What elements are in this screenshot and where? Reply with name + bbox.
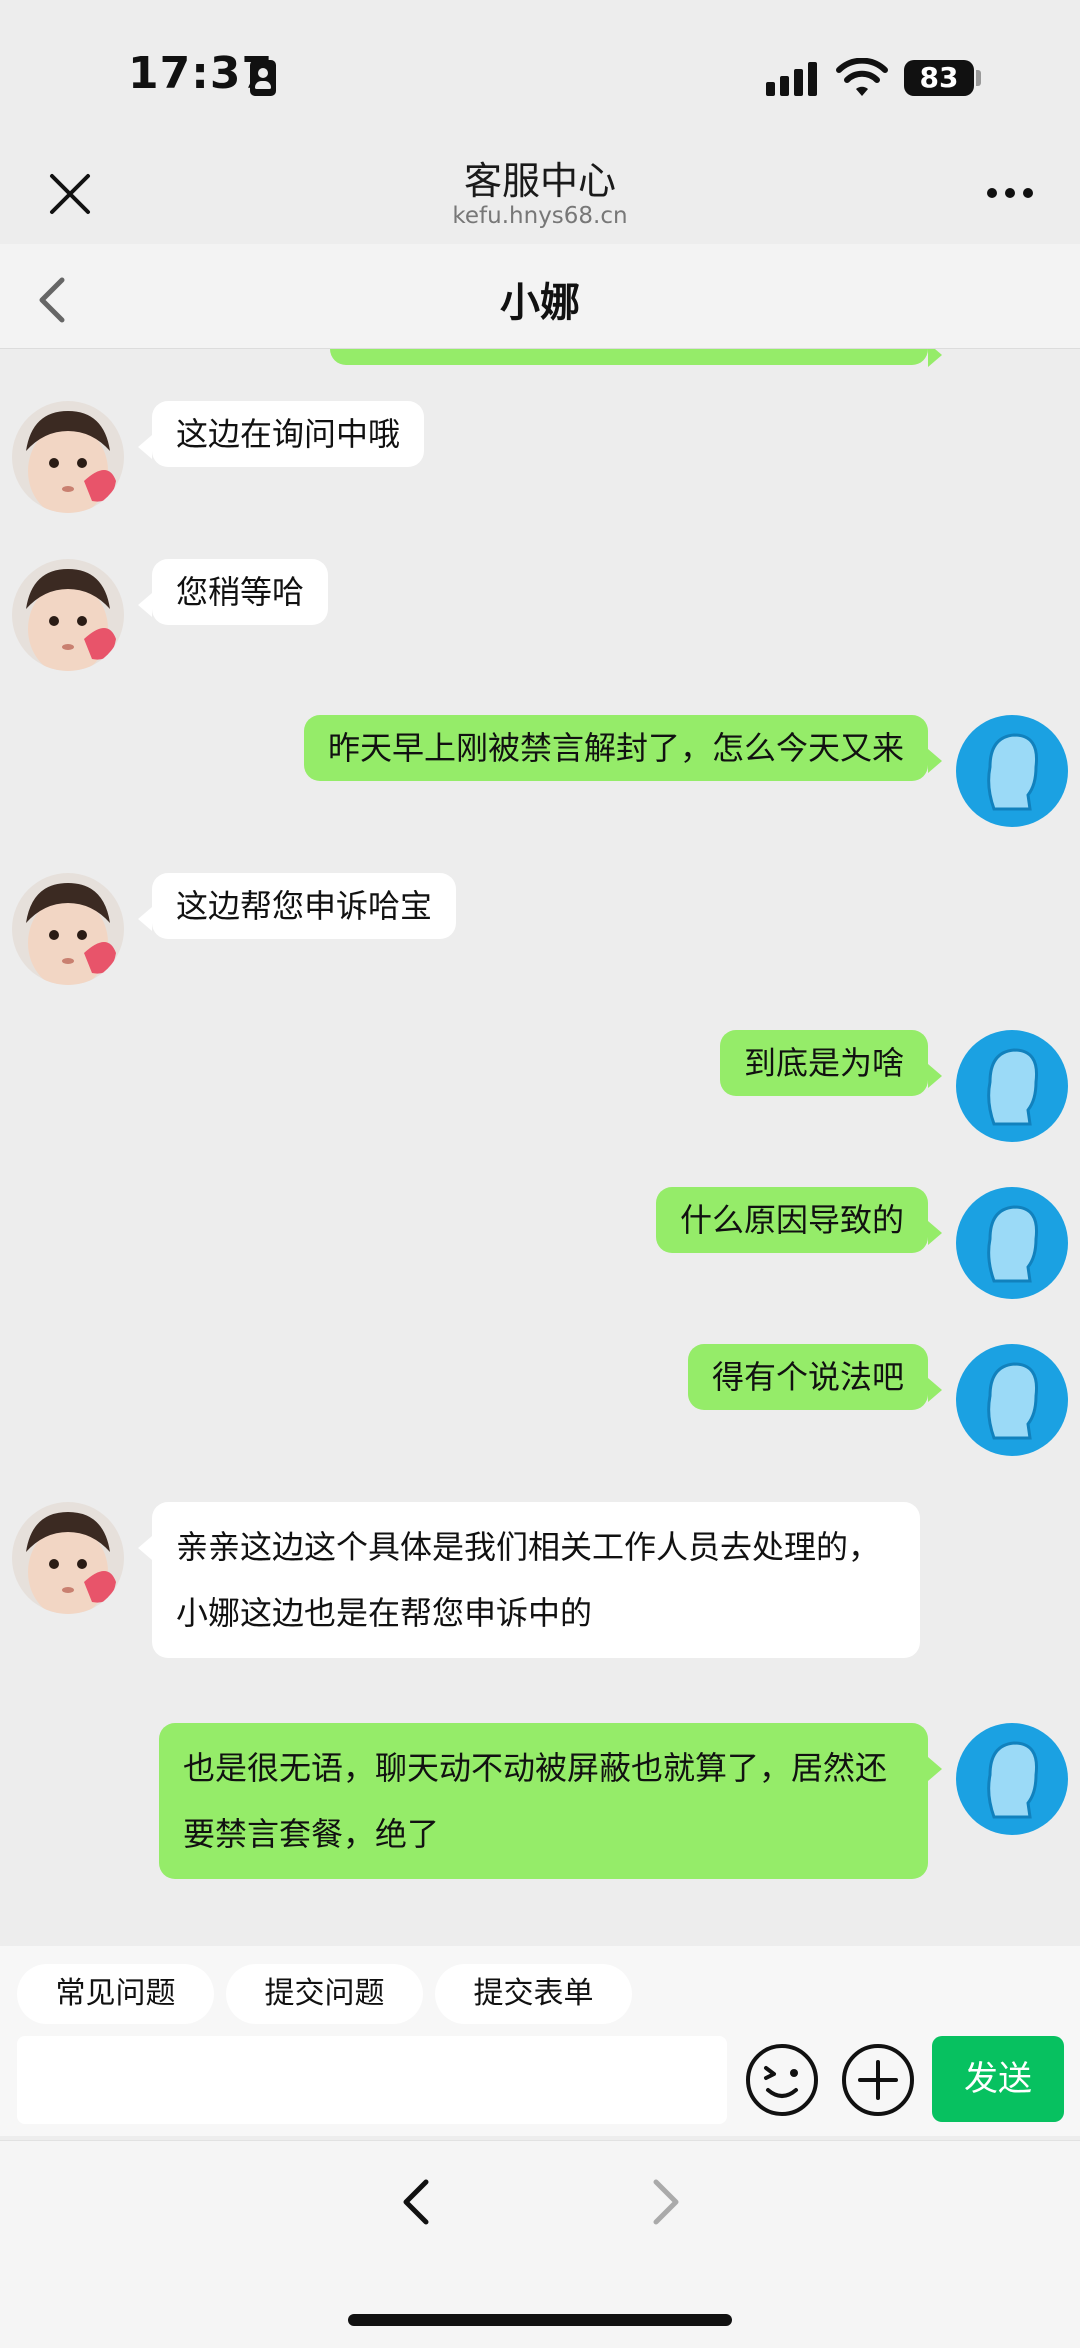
message-bubble: 这边在询问中哦 xyxy=(137,401,425,467)
user-avatar xyxy=(956,715,1068,827)
chevron-left-icon[interactable] xyxy=(392,2172,442,2232)
battery-level: 83 xyxy=(904,60,974,96)
status-bar: 17:37 83 xyxy=(0,0,1080,140)
message-bubble: 得有个说法吧 xyxy=(687,1344,943,1410)
agent-avatar xyxy=(12,873,124,985)
home-indicator[interactable] xyxy=(348,2314,732,2326)
user-avatar xyxy=(956,349,1068,391)
cellular-signal-icon xyxy=(766,62,820,96)
plus-icon[interactable] xyxy=(840,2042,916,2118)
user-avatar xyxy=(956,1030,1068,1142)
send-button[interactable]: 发送 xyxy=(932,2036,1064,2122)
quick-reply-faq[interactable]: 常见问题 xyxy=(17,1964,214,2024)
quick-reply-submit-form[interactable]: 提交表单 xyxy=(435,1964,632,2024)
emoji-icon[interactable] xyxy=(744,2042,820,2118)
web-page-title: 客服中心 xyxy=(463,159,616,203)
user-avatar xyxy=(956,1187,1068,1299)
chat-title: 小娜 xyxy=(500,280,580,326)
message-bubble: 到底是为啥 xyxy=(719,1030,943,1096)
agent-avatar xyxy=(12,401,124,513)
quick-reply-submit-question[interactable]: 提交问题 xyxy=(226,1964,423,2024)
user-avatar xyxy=(956,1723,1068,1835)
message-bubble: 昨天早上刚被禁言解封了，怎么今天又来 xyxy=(303,715,943,781)
more-icon[interactable] xyxy=(980,168,1040,218)
message-bubble-partial xyxy=(330,349,942,367)
chevron-right-icon[interactable] xyxy=(640,2172,690,2232)
message-bubble: 您稍等哈 xyxy=(137,559,329,625)
message-bubble: 亲亲这边这个具体是我们相关工作人员去处理的，小娜这边也是在帮您申诉中的 xyxy=(138,1502,920,1658)
agent-avatar xyxy=(12,1502,124,1614)
message-bubble: 这边帮您申诉哈宝 xyxy=(137,873,457,939)
web-page-url: kefu.hnys68.cn xyxy=(452,203,628,229)
message-bubble: 什么原因导致的 xyxy=(655,1187,943,1253)
message-list[interactable]: 这边在询问中哦 您稍等哈 昨天早上刚被禁言解封了，怎么今天又来 这边帮您申诉哈宝… xyxy=(0,349,1080,1946)
agent-avatar xyxy=(12,559,124,671)
message-input[interactable] xyxy=(17,2036,727,2124)
user-avatar xyxy=(956,1344,1068,1456)
contact-card-icon xyxy=(250,60,276,96)
battery-tip xyxy=(976,70,981,86)
wifi-icon xyxy=(836,58,888,96)
message-bubble: 也是很无语，聊天动不动被屏蔽也就算了，居然还要禁言套餐，绝了 xyxy=(159,1723,942,1879)
